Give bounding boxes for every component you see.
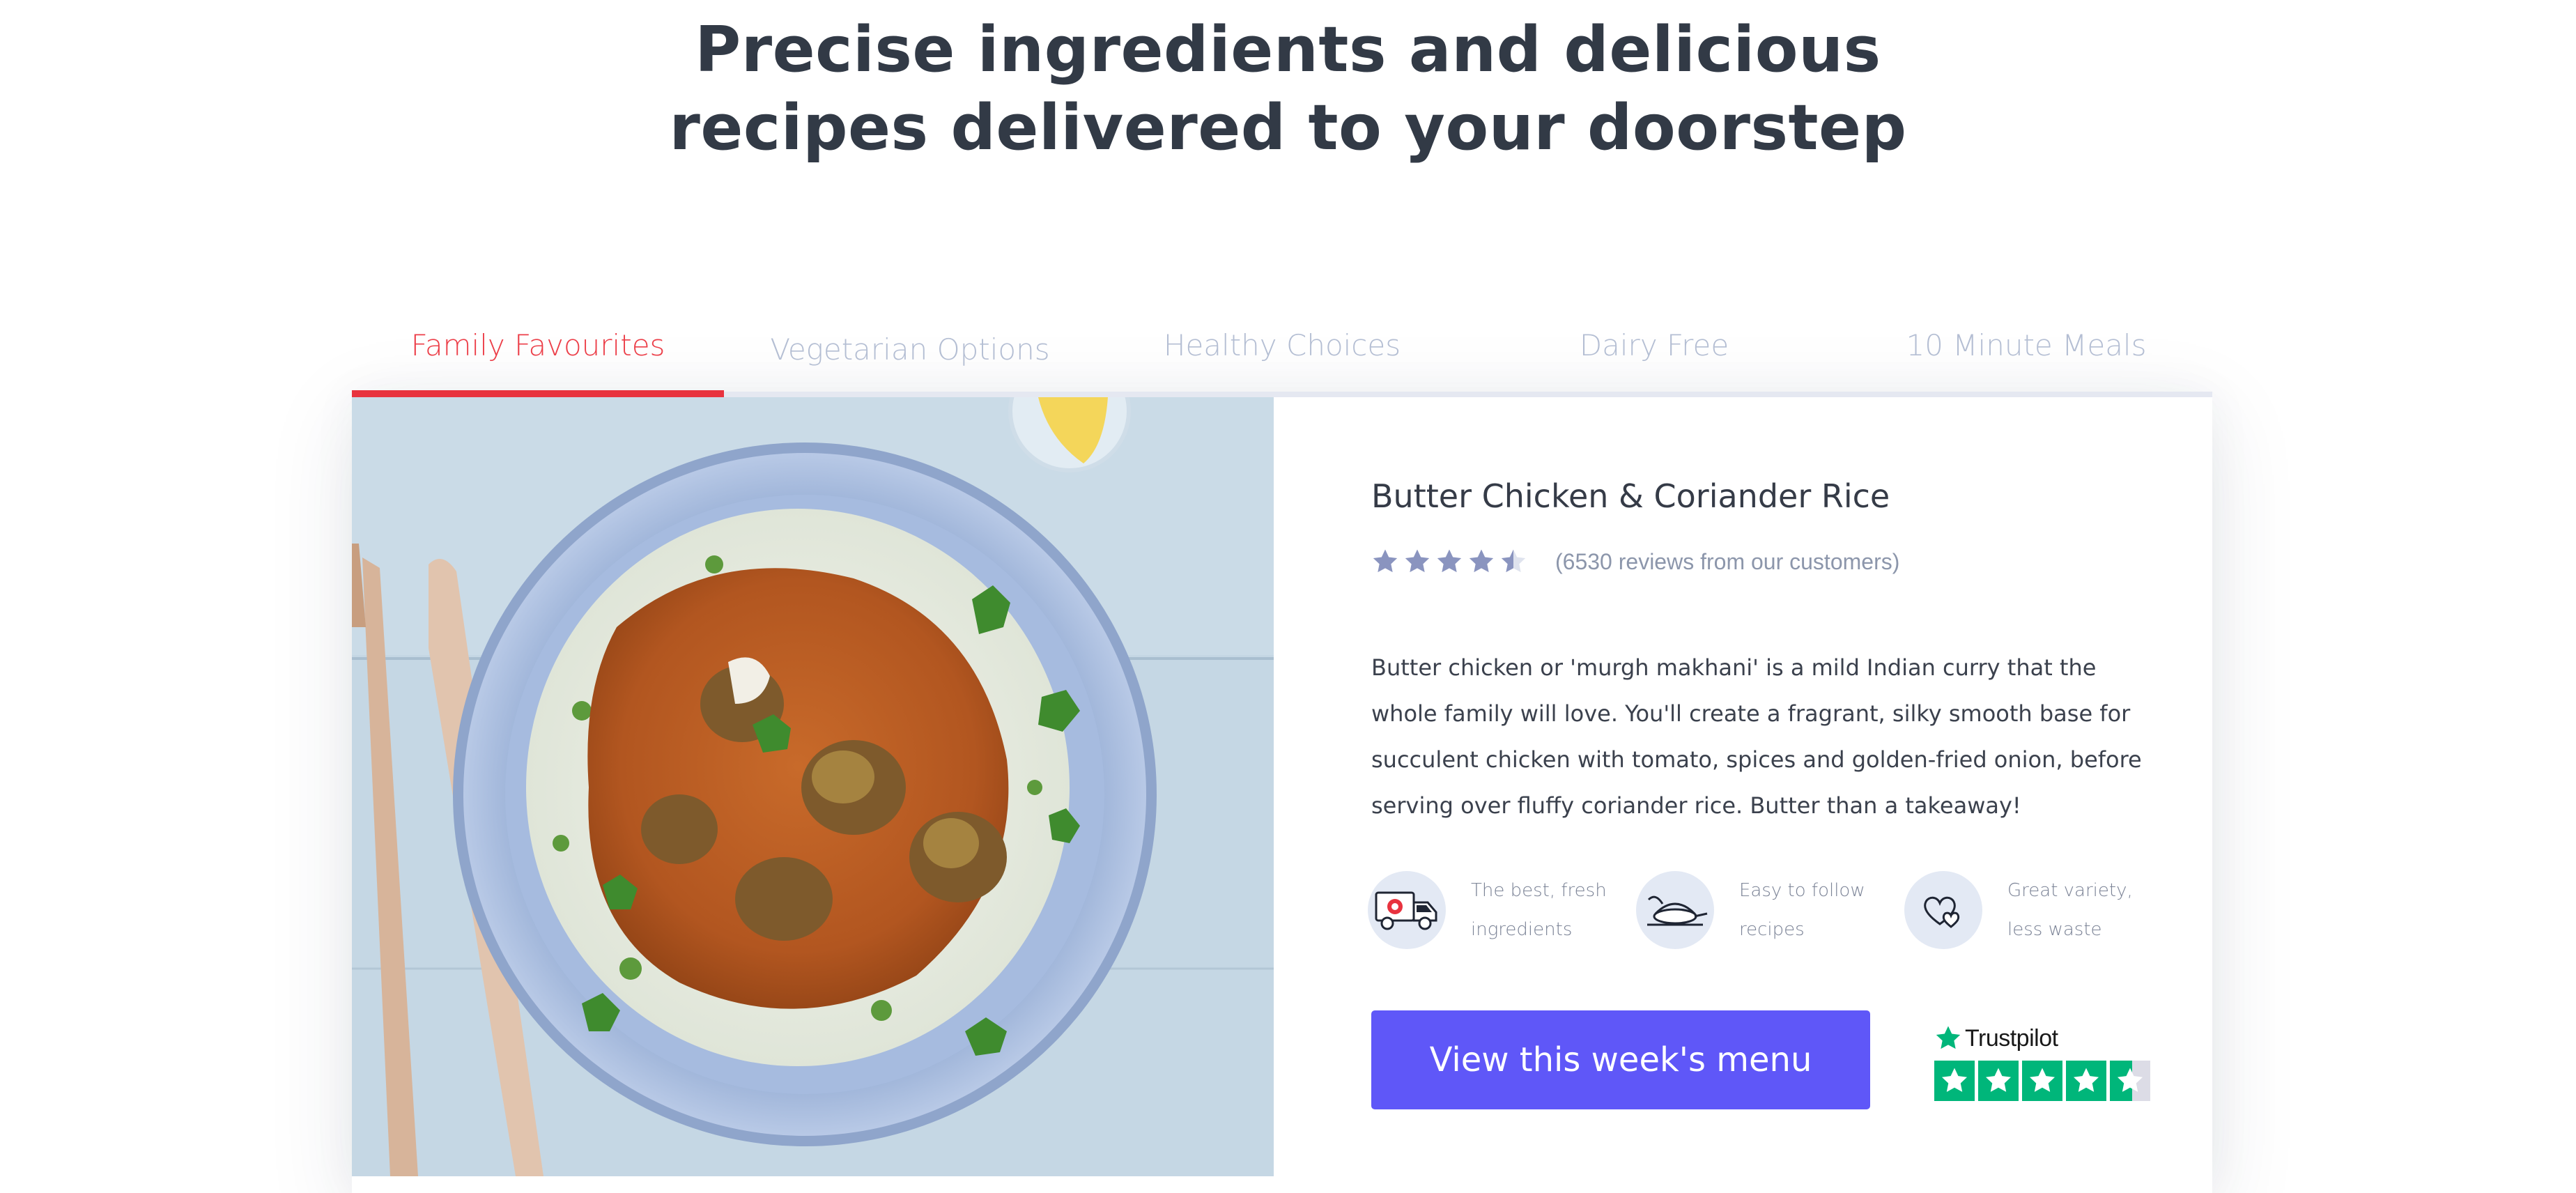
tab-indicator [1840,392,2212,397]
tab-vegetarian-options[interactable]: Vegetarian Options [724,314,1096,397]
trustpilot-star-icon [2066,1061,2106,1101]
feature-text: Great variety, less waste [2007,871,2168,949]
trustpilot-stars [1934,1061,2150,1101]
star-icon [1405,549,1430,573]
feature-fresh-ingredients: The best, fresh ingredients [1368,871,1631,949]
tab-label: Dairy Free [1579,328,1729,362]
hearts-icon [1904,871,1982,949]
feature-great-variety: Great variety, less waste [1904,871,2168,949]
feature-line: Easy to follow [1739,880,1865,901]
rating-stars [1371,548,1527,576]
tab-label: 10 Minute Meals [1906,328,2147,362]
tab-indicator [724,392,1096,397]
recipe-details: Butter Chicken & Coriander Rice (6530 re… [1274,397,2212,1176]
recipe-photo [352,397,1274,1176]
tab-healthy-choices[interactable]: Healthy Choices [1096,314,1468,397]
butter-chicken-illustration [352,397,1274,1176]
view-menu-button[interactable]: View this week's menu [1371,1010,1870,1109]
tab-family-favourites[interactable]: Family Favourites [352,314,724,397]
tab-indicator [1096,392,1468,397]
tab-indicator [1468,392,1840,397]
delivery-truck-icon [1368,871,1446,949]
page-headline: Precise ingredients and delicious recipe… [0,11,2576,167]
feature-line: less waste [2007,919,2102,940]
trustpilot-label: Trustpilot [1965,1024,2058,1052]
trustpilot-star-icon [1978,1061,2019,1101]
recipe-dish-icon [1636,871,1714,949]
tab-10-minute-meals[interactable]: 10 Minute Meals [1840,314,2212,397]
trustpilot-star-icon [1936,1026,1961,1049]
recipe-title: Butter Chicken & Coriander Rice [1371,477,1890,515]
feature-line: recipes [1739,919,1805,940]
feature-list: The best, fresh ingredients Easy to foll… [1368,871,2169,955]
tab-label: Vegetarian Options [770,332,1050,367]
trustpilot-widget[interactable]: Trustpilot [1934,1024,2150,1101]
recipe-rating: (6530 reviews from our customers) [1371,548,1899,576]
tab-label: Healthy Choices [1163,328,1401,362]
recipe-description: Butter chicken or 'murgh makhani' is a m… [1371,654,2142,819]
half-star-icon [1501,549,1526,573]
feature-text: Easy to follow recipes [1739,871,1899,949]
headline-line-2: recipes delivered to your doorstep [669,91,1907,164]
star-icon [1437,549,1462,573]
tab-dairy-free[interactable]: Dairy Free [1468,314,1840,397]
trustpilot-star-icon [1934,1061,1975,1101]
feature-text: The best, fresh ingredients [1471,871,1631,949]
headline-line-1: Precise ingredients and delicious [695,13,1881,86]
tab-label: Family Favourites [410,328,665,362]
feature-line: Great variety, [2007,880,2133,901]
review-count[interactable]: (6530 reviews from our customers) [1555,549,1899,575]
star-icon [1469,549,1494,573]
star-icon [1373,549,1398,573]
trustpilot-half-star-icon [2110,1061,2150,1101]
feature-line: The best, fresh [1471,880,1607,901]
trustpilot-brand: Trustpilot [1934,1024,2150,1052]
category-tabs: Family Favourites Vegetarian Options Hea… [352,314,2212,397]
tab-indicator [352,390,724,397]
feature-easy-recipes: Easy to follow recipes [1636,871,1899,949]
trustpilot-star-icon [2022,1061,2062,1101]
feature-line: ingredients [1471,919,1573,940]
